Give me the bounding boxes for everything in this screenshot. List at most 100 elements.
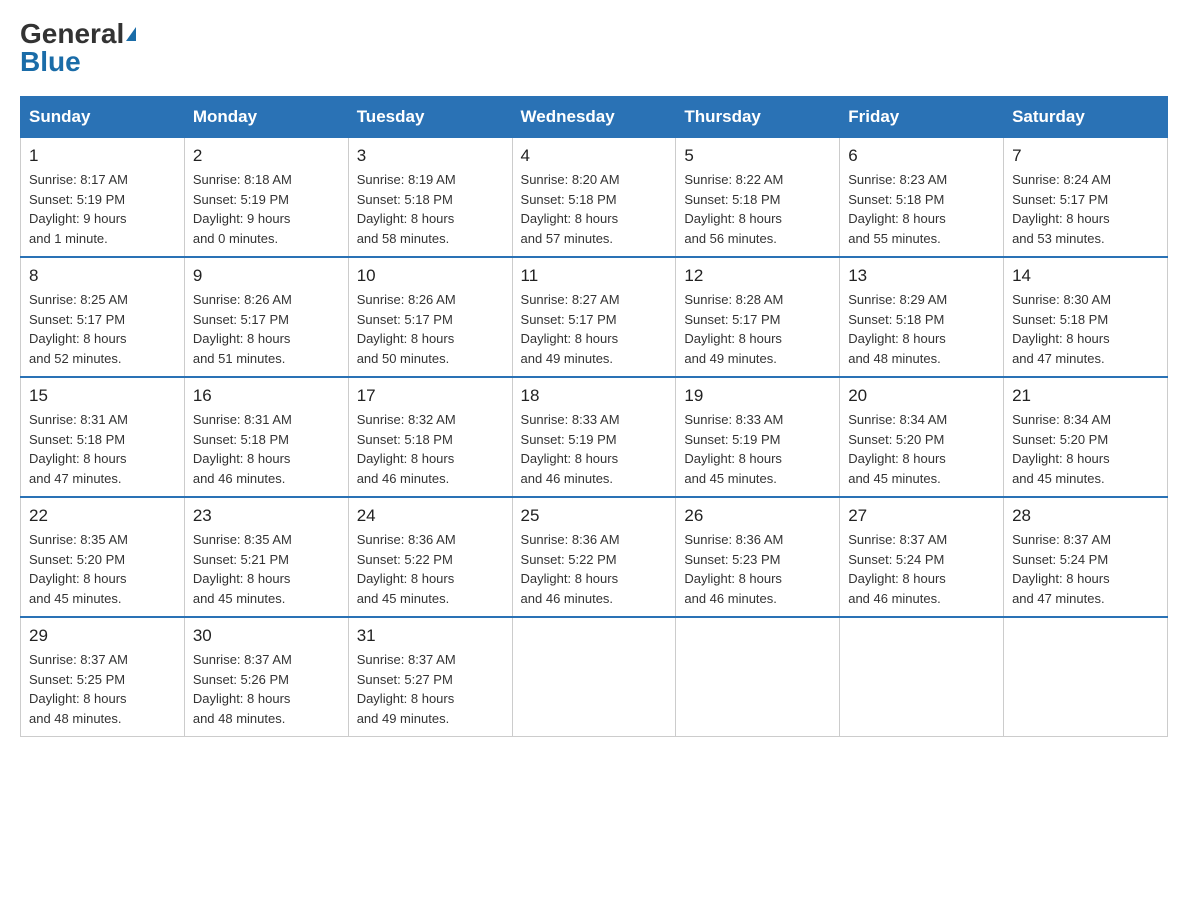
day-number: 5 — [684, 146, 831, 166]
calendar-day-cell — [1004, 617, 1168, 737]
calendar-week-row: 22 Sunrise: 8:35 AM Sunset: 5:20 PM Dayl… — [21, 497, 1168, 617]
day-info: Sunrise: 8:28 AM Sunset: 5:17 PM Dayligh… — [684, 290, 831, 368]
calendar-day-cell: 10 Sunrise: 8:26 AM Sunset: 5:17 PM Dayl… — [348, 257, 512, 377]
calendar-day-cell: 6 Sunrise: 8:23 AM Sunset: 5:18 PM Dayli… — [840, 138, 1004, 258]
day-number: 12 — [684, 266, 831, 286]
day-number: 25 — [521, 506, 668, 526]
page-header: General Blue — [20, 20, 1168, 76]
calendar-day-cell: 3 Sunrise: 8:19 AM Sunset: 5:18 PM Dayli… — [348, 138, 512, 258]
header-saturday: Saturday — [1004, 97, 1168, 138]
day-number: 1 — [29, 146, 176, 166]
day-info: Sunrise: 8:36 AM Sunset: 5:22 PM Dayligh… — [521, 530, 668, 608]
day-number: 22 — [29, 506, 176, 526]
header-wednesday: Wednesday — [512, 97, 676, 138]
day-number: 9 — [193, 266, 340, 286]
day-number: 10 — [357, 266, 504, 286]
day-number: 7 — [1012, 146, 1159, 166]
day-number: 8 — [29, 266, 176, 286]
calendar-day-cell: 24 Sunrise: 8:36 AM Sunset: 5:22 PM Dayl… — [348, 497, 512, 617]
calendar-day-cell: 21 Sunrise: 8:34 AM Sunset: 5:20 PM Dayl… — [1004, 377, 1168, 497]
day-number: 24 — [357, 506, 504, 526]
day-info: Sunrise: 8:26 AM Sunset: 5:17 PM Dayligh… — [357, 290, 504, 368]
calendar-day-cell: 13 Sunrise: 8:29 AM Sunset: 5:18 PM Dayl… — [840, 257, 1004, 377]
calendar-day-cell: 28 Sunrise: 8:37 AM Sunset: 5:24 PM Dayl… — [1004, 497, 1168, 617]
day-info: Sunrise: 8:35 AM Sunset: 5:21 PM Dayligh… — [193, 530, 340, 608]
day-number: 6 — [848, 146, 995, 166]
header-monday: Monday — [184, 97, 348, 138]
calendar-day-cell: 18 Sunrise: 8:33 AM Sunset: 5:19 PM Dayl… — [512, 377, 676, 497]
calendar-table: Sunday Monday Tuesday Wednesday Thursday… — [20, 96, 1168, 737]
day-info: Sunrise: 8:36 AM Sunset: 5:22 PM Dayligh… — [357, 530, 504, 608]
calendar-day-cell: 23 Sunrise: 8:35 AM Sunset: 5:21 PM Dayl… — [184, 497, 348, 617]
day-info: Sunrise: 8:32 AM Sunset: 5:18 PM Dayligh… — [357, 410, 504, 488]
calendar-day-cell: 9 Sunrise: 8:26 AM Sunset: 5:17 PM Dayli… — [184, 257, 348, 377]
day-number: 27 — [848, 506, 995, 526]
day-info: Sunrise: 8:37 AM Sunset: 5:24 PM Dayligh… — [848, 530, 995, 608]
day-number: 28 — [1012, 506, 1159, 526]
day-number: 11 — [521, 266, 668, 286]
logo: General Blue — [20, 20, 136, 76]
logo-general-text: General — [20, 20, 124, 48]
calendar-day-cell: 15 Sunrise: 8:31 AM Sunset: 5:18 PM Dayl… — [21, 377, 185, 497]
day-number: 3 — [357, 146, 504, 166]
day-number: 20 — [848, 386, 995, 406]
day-info: Sunrise: 8:37 AM Sunset: 5:26 PM Dayligh… — [193, 650, 340, 728]
day-info: Sunrise: 8:27 AM Sunset: 5:17 PM Dayligh… — [521, 290, 668, 368]
calendar-week-row: 29 Sunrise: 8:37 AM Sunset: 5:25 PM Dayl… — [21, 617, 1168, 737]
day-info: Sunrise: 8:34 AM Sunset: 5:20 PM Dayligh… — [1012, 410, 1159, 488]
day-info: Sunrise: 8:22 AM Sunset: 5:18 PM Dayligh… — [684, 170, 831, 248]
calendar-week-row: 1 Sunrise: 8:17 AM Sunset: 5:19 PM Dayli… — [21, 138, 1168, 258]
day-number: 30 — [193, 626, 340, 646]
day-info: Sunrise: 8:37 AM Sunset: 5:25 PM Dayligh… — [29, 650, 176, 728]
header-friday: Friday — [840, 97, 1004, 138]
day-info: Sunrise: 8:17 AM Sunset: 5:19 PM Dayligh… — [29, 170, 176, 248]
day-number: 14 — [1012, 266, 1159, 286]
calendar-day-cell: 22 Sunrise: 8:35 AM Sunset: 5:20 PM Dayl… — [21, 497, 185, 617]
day-info: Sunrise: 8:30 AM Sunset: 5:18 PM Dayligh… — [1012, 290, 1159, 368]
calendar-day-cell: 4 Sunrise: 8:20 AM Sunset: 5:18 PM Dayli… — [512, 138, 676, 258]
logo-blue-text: Blue — [20, 48, 81, 76]
calendar-day-cell: 17 Sunrise: 8:32 AM Sunset: 5:18 PM Dayl… — [348, 377, 512, 497]
calendar-day-cell: 11 Sunrise: 8:27 AM Sunset: 5:17 PM Dayl… — [512, 257, 676, 377]
header-thursday: Thursday — [676, 97, 840, 138]
day-info: Sunrise: 8:35 AM Sunset: 5:20 PM Dayligh… — [29, 530, 176, 608]
day-info: Sunrise: 8:26 AM Sunset: 5:17 PM Dayligh… — [193, 290, 340, 368]
calendar-day-cell: 12 Sunrise: 8:28 AM Sunset: 5:17 PM Dayl… — [676, 257, 840, 377]
day-info: Sunrise: 8:31 AM Sunset: 5:18 PM Dayligh… — [29, 410, 176, 488]
day-info: Sunrise: 8:20 AM Sunset: 5:18 PM Dayligh… — [521, 170, 668, 248]
day-number: 29 — [29, 626, 176, 646]
calendar-week-row: 8 Sunrise: 8:25 AM Sunset: 5:17 PM Dayli… — [21, 257, 1168, 377]
day-info: Sunrise: 8:29 AM Sunset: 5:18 PM Dayligh… — [848, 290, 995, 368]
day-number: 16 — [193, 386, 340, 406]
calendar-day-cell: 7 Sunrise: 8:24 AM Sunset: 5:17 PM Dayli… — [1004, 138, 1168, 258]
calendar-day-cell: 1 Sunrise: 8:17 AM Sunset: 5:19 PM Dayli… — [21, 138, 185, 258]
calendar-day-cell: 30 Sunrise: 8:37 AM Sunset: 5:26 PM Dayl… — [184, 617, 348, 737]
calendar-day-cell — [676, 617, 840, 737]
day-number: 15 — [29, 386, 176, 406]
calendar-day-cell: 8 Sunrise: 8:25 AM Sunset: 5:17 PM Dayli… — [21, 257, 185, 377]
day-info: Sunrise: 8:36 AM Sunset: 5:23 PM Dayligh… — [684, 530, 831, 608]
day-info: Sunrise: 8:24 AM Sunset: 5:17 PM Dayligh… — [1012, 170, 1159, 248]
calendar-day-cell: 5 Sunrise: 8:22 AM Sunset: 5:18 PM Dayli… — [676, 138, 840, 258]
day-info: Sunrise: 8:37 AM Sunset: 5:27 PM Dayligh… — [357, 650, 504, 728]
day-info: Sunrise: 8:18 AM Sunset: 5:19 PM Dayligh… — [193, 170, 340, 248]
logo-triangle-icon — [126, 27, 136, 41]
calendar-day-cell: 26 Sunrise: 8:36 AM Sunset: 5:23 PM Dayl… — [676, 497, 840, 617]
day-info: Sunrise: 8:25 AM Sunset: 5:17 PM Dayligh… — [29, 290, 176, 368]
calendar-day-cell: 20 Sunrise: 8:34 AM Sunset: 5:20 PM Dayl… — [840, 377, 1004, 497]
day-number: 4 — [521, 146, 668, 166]
calendar-day-cell: 2 Sunrise: 8:18 AM Sunset: 5:19 PM Dayli… — [184, 138, 348, 258]
day-number: 26 — [684, 506, 831, 526]
day-number: 18 — [521, 386, 668, 406]
day-number: 23 — [193, 506, 340, 526]
day-info: Sunrise: 8:34 AM Sunset: 5:20 PM Dayligh… — [848, 410, 995, 488]
day-number: 19 — [684, 386, 831, 406]
calendar-week-row: 15 Sunrise: 8:31 AM Sunset: 5:18 PM Dayl… — [21, 377, 1168, 497]
day-number: 31 — [357, 626, 504, 646]
day-info: Sunrise: 8:31 AM Sunset: 5:18 PM Dayligh… — [193, 410, 340, 488]
calendar-day-cell: 19 Sunrise: 8:33 AM Sunset: 5:19 PM Dayl… — [676, 377, 840, 497]
day-info: Sunrise: 8:33 AM Sunset: 5:19 PM Dayligh… — [684, 410, 831, 488]
day-info: Sunrise: 8:23 AM Sunset: 5:18 PM Dayligh… — [848, 170, 995, 248]
day-info: Sunrise: 8:37 AM Sunset: 5:24 PM Dayligh… — [1012, 530, 1159, 608]
day-info: Sunrise: 8:19 AM Sunset: 5:18 PM Dayligh… — [357, 170, 504, 248]
